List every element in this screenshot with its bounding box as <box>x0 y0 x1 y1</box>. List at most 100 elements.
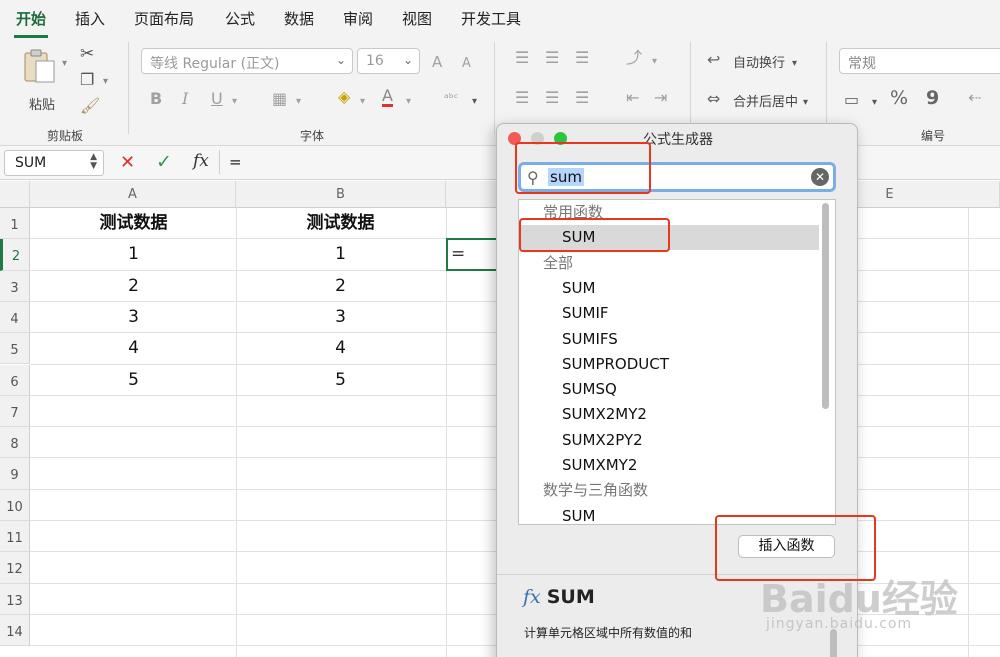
number-format-dropdown[interactable]: 常规 <box>839 48 1000 74</box>
row-header-12[interactable]: 12 <box>0 552 30 584</box>
paste-button[interactable]: 粘贴 <box>20 46 64 113</box>
chevron-down-icon[interactable]: ▾ <box>792 56 797 72</box>
function-list-item[interactable]: SUMSQ <box>519 377 819 402</box>
cut-icon[interactable]: ✂ <box>80 46 94 63</box>
name-box-spinner-icon[interactable]: ▲ ▼ <box>90 153 97 171</box>
row-header-13[interactable]: 13 <box>0 583 30 615</box>
cell-b4[interactable]: 3 <box>238 302 443 333</box>
list-scrollbar[interactable] <box>822 203 829 409</box>
tab-page-layout[interactable]: 页面布局 <box>134 8 194 32</box>
chevron-down-icon[interactable]: ▾ <box>360 94 365 110</box>
tab-view[interactable]: 视图 <box>402 8 432 32</box>
cell-a4[interactable]: 3 <box>31 302 236 333</box>
cancel-icon[interactable]: ✕ <box>120 152 135 173</box>
decrease-indent-icon[interactable]: ⇤ <box>626 90 639 106</box>
cell-b5[interactable]: 4 <box>238 333 443 364</box>
tab-home[interactable]: 开始 <box>13 8 49 38</box>
font-size-dropdown[interactable]: 16 ⌄ <box>357 48 420 74</box>
cell-a3[interactable]: 2 <box>31 271 236 302</box>
increase-decimal-icon[interactable]: ⇠ <box>968 90 981 106</box>
row-header-7[interactable]: 7 <box>0 395 30 428</box>
font-color-icon[interactable]: A <box>382 88 393 107</box>
shrink-font-icon[interactable]: A <box>462 56 471 72</box>
column-header-b[interactable]: B <box>236 181 446 208</box>
clear-search-icon[interactable]: ✕ <box>811 168 829 186</box>
column-header-a[interactable]: A <box>30 181 236 208</box>
name-box[interactable]: SUM ▲ ▼ <box>4 150 104 176</box>
cell-b3[interactable]: 2 <box>238 271 443 302</box>
function-list-item[interactable]: SUMIFS <box>519 327 819 352</box>
borders-icon[interactable]: ▦ <box>272 91 287 107</box>
cell-a6[interactable]: 5 <box>31 365 236 396</box>
tab-formulas[interactable]: 公式 <box>225 8 255 32</box>
chevron-down-icon[interactable]: ▾ <box>472 94 477 110</box>
chevron-down-icon[interactable]: ▾ <box>803 95 808 111</box>
column-header-e[interactable]: E <box>856 181 1000 208</box>
chevron-down-icon[interactable]: ▾ <box>406 94 411 110</box>
chevron-down-icon[interactable]: ▾ <box>296 94 301 110</box>
align-right-icon[interactable]: ☰ <box>575 90 589 106</box>
row-header-3[interactable]: 3 <box>0 270 30 302</box>
row-header-4[interactable]: 4 <box>0 301 30 334</box>
function-list-item[interactable]: SUMX2MY2 <box>519 402 819 427</box>
row-header-8[interactable]: 8 <box>0 427 30 459</box>
grow-font-icon[interactable]: A <box>432 54 442 70</box>
cell-a5[interactable]: 4 <box>31 333 236 364</box>
format-painter-icon[interactable]: 🖌 <box>80 98 100 114</box>
align-top-icon[interactable]: ☰ <box>515 50 529 66</box>
font-name-dropdown[interactable]: 等线 Regular (正文) ⌄ <box>141 48 353 74</box>
function-list-item[interactable]: SUMIF <box>519 301 819 326</box>
function-list-item[interactable]: SUMPRODUCT <box>519 352 819 377</box>
wrap-text-button[interactable]: 自动换行 <box>733 52 785 71</box>
align-center-icon[interactable]: ☰ <box>545 90 559 106</box>
row-header-9[interactable]: 9 <box>0 458 30 490</box>
row-header-10[interactable]: 10 <box>0 489 30 521</box>
tab-data[interactable]: 数据 <box>284 8 314 32</box>
tab-developer[interactable]: 开发工具 <box>461 8 521 32</box>
wrap-icon[interactable]: ↩ <box>707 52 720 68</box>
function-list-item[interactable]: SUMX2PY2 <box>519 428 819 453</box>
chevron-down-icon[interactable]: ▾ <box>103 74 108 90</box>
align-bottom-icon[interactable]: ☰ <box>575 50 589 66</box>
chevron-down-icon[interactable]: ▾ <box>652 54 657 70</box>
merge-center-button[interactable]: 合并后居中 <box>733 91 798 110</box>
select-all-corner[interactable] <box>0 181 30 208</box>
insert-function-icon[interactable]: fx <box>193 151 209 171</box>
italic-button[interactable]: I <box>182 91 188 107</box>
row-header-1[interactable]: 1 <box>0 208 30 240</box>
align-middle-icon[interactable]: ☰ <box>545 50 559 66</box>
chevron-down-icon[interactable]: ▾ <box>872 95 877 111</box>
active-cell-c2[interactable]: = <box>446 238 498 271</box>
function-name-heading: fx SUM <box>523 586 595 608</box>
tab-review[interactable]: 审阅 <box>343 8 373 32</box>
tab-insert[interactable]: 插入 <box>75 8 105 32</box>
chevron-down-icon[interactable]: ▾ <box>232 94 237 110</box>
underline-button[interactable]: U <box>211 91 223 107</box>
formula-input[interactable]: = <box>229 153 242 171</box>
merge-icon[interactable]: ⇔ <box>707 91 720 107</box>
increase-indent-icon[interactable]: ⇥ <box>654 90 667 106</box>
percent-button[interactable]: % <box>890 89 908 108</box>
row-header-14[interactable]: 14 <box>0 614 30 647</box>
cell-b2[interactable]: 1 <box>238 239 443 270</box>
row-header-11[interactable]: 11 <box>0 521 30 553</box>
cell-b1[interactable]: 测试数据 <box>238 208 443 239</box>
function-list-item[interactable]: SUMXMY2 <box>519 453 819 478</box>
currency-icon[interactable]: ▭ <box>844 92 859 108</box>
cell-b6[interactable]: 5 <box>238 365 443 396</box>
chevron-down-icon[interactable]: ▾ <box>62 56 67 72</box>
bold-button[interactable]: B <box>150 91 162 107</box>
comma-style-button[interactable]: 9 <box>926 89 939 108</box>
cell-a1[interactable]: 测试数据 <box>31 208 236 239</box>
orientation-icon[interactable]: ⤴ <box>626 50 642 66</box>
align-left-icon[interactable]: ☰ <box>515 90 529 106</box>
row-header-5[interactable]: 5 <box>0 333 30 365</box>
cell-a2[interactable]: 1 <box>31 239 236 270</box>
row-header-2[interactable]: 2 <box>0 239 30 271</box>
fill-color-icon[interactable]: ◈ <box>338 89 350 105</box>
row-header-6[interactable]: 6 <box>0 364 30 396</box>
phonetic-icon[interactable]: ᵃᵇᶜ <box>444 90 458 106</box>
copy-icon[interactable]: ❐ <box>80 72 94 88</box>
enter-icon[interactable]: ✓ <box>156 151 172 173</box>
function-list-item[interactable]: SUM <box>519 276 819 301</box>
